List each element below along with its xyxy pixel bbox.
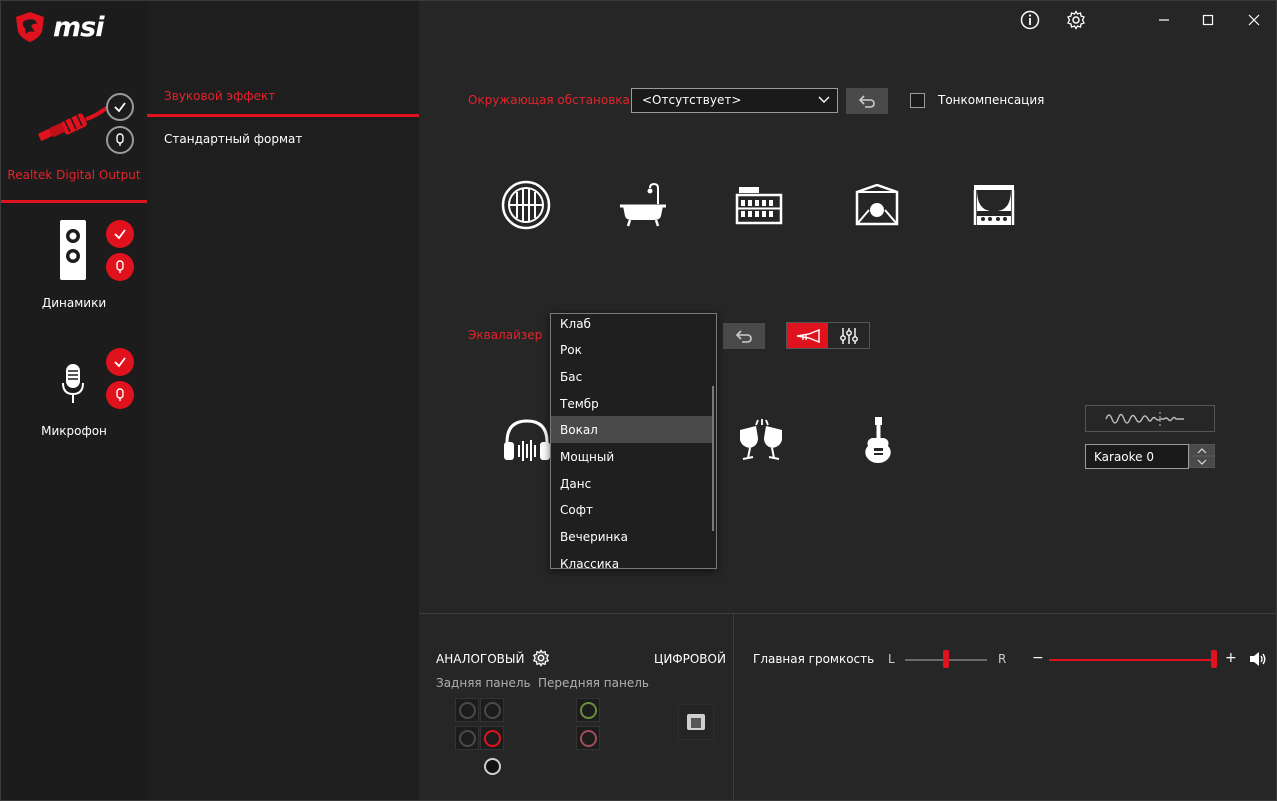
equalizer-reset-button[interactable] <box>723 323 765 349</box>
default-comm-mic-icon[interactable] <box>106 381 134 409</box>
microphone-icon <box>62 364 84 403</box>
list-item[interactable]: Мощный <box>551 443 713 470</box>
equalizer-label: Эквалайзер <box>468 328 543 342</box>
speaker-volume-icon[interactable] <box>1249 651 1267 670</box>
colosseum-icon[interactable] <box>733 181 785 229</box>
optical-port-icon[interactable] <box>678 704 714 740</box>
list-item[interactable]: Софт <box>551 496 713 523</box>
digital-label: ЦИФРОВОЙ <box>654 652 726 666</box>
device-realtek-digital-output[interactable]: Realtek Digital Output <box>1 83 147 203</box>
chevron-down-icon <box>1197 459 1207 465</box>
app-window: msi Realtek Digital Output Динамики Микр… <box>0 0 1277 801</box>
device-label: Realtek Digital Output <box>7 168 141 182</box>
rear-panel-label: Задняя панель <box>436 676 531 690</box>
waveform-icon <box>1105 411 1184 426</box>
stadium-icon[interactable] <box>500 180 552 230</box>
default-comm-mic-icon[interactable] <box>106 126 134 154</box>
equalizer-sliders-icon[interactable] <box>828 323 869 348</box>
analog-settings-gear-icon[interactable] <box>532 649 550 670</box>
rear-jack[interactable] <box>480 754 504 778</box>
analog-label: АНАЛОГОВЫЙ <box>436 652 525 666</box>
environment-selected-value: <Отсутствует> <box>642 93 742 107</box>
balance-slider-thumb[interactable] <box>943 650 949 668</box>
karaoke-waveform-button[interactable] <box>1085 405 1215 432</box>
loudness-label: Тонкомпенсация <box>938 93 1045 107</box>
karaoke-decrement-button[interactable] <box>1189 456 1215 468</box>
karaoke-value-field[interactable]: Karaoke 0 <box>1085 444 1189 469</box>
default-comm-mic-icon[interactable] <box>106 253 134 281</box>
bottom-bar: АНАЛОГОВЫЙ ЦИФРОВОЙ Задняя панель Передн… <box>419 613 1276 800</box>
master-volume-slider[interactable] <box>1049 659 1214 661</box>
optical-cable-icon <box>38 105 108 141</box>
reset-icon <box>858 95 875 108</box>
volume-increase-button[interactable]: + <box>1225 650 1237 666</box>
karaoke-stepper <box>1189 444 1215 469</box>
equalizer-mode-toggle <box>786 322 870 349</box>
chevron-down-icon <box>818 96 830 103</box>
device-sidebar: msi Realtek Digital Output Динамики Микр… <box>1 1 147 800</box>
minimize-icon[interactable] <box>1153 9 1175 31</box>
list-item[interactable]: Рок <box>551 336 713 363</box>
device-label: Микрофон <box>41 424 107 438</box>
list-item-highlighted[interactable]: Вокал <box>551 416 713 443</box>
default-device-check-icon[interactable] <box>106 348 134 376</box>
equalizer-preset-list[interactable]: Клаб Рок Бас Тембр Вокал Мощный Данс Соф… <box>550 313 717 569</box>
balance-left-label: L <box>888 652 895 666</box>
volume-decrease-button[interactable]: − <box>1032 650 1044 666</box>
default-device-check-icon[interactable] <box>106 220 134 248</box>
gear-icon[interactable] <box>1065 9 1087 31</box>
trumpet-preset-icon[interactable] <box>787 323 828 348</box>
karaoke-increment-button[interactable] <box>1189 444 1215 456</box>
loudness-checkbox[interactable] <box>910 93 925 108</box>
stage-icon[interactable] <box>851 181 903 229</box>
environment-select[interactable]: <Отсутствует> <box>631 88 838 113</box>
front-panel-label: Передняя панель <box>538 676 649 690</box>
maximize-icon[interactable] <box>1197 9 1219 31</box>
list-scrollbar[interactable] <box>712 386 714 531</box>
headphones-icon[interactable] <box>500 413 554 467</box>
rear-jack[interactable] <box>455 726 479 750</box>
function-sidebar: Звуковой эффект Стандартный формат <box>147 1 419 800</box>
device-speakers[interactable]: Динамики <box>1 206 147 326</box>
list-item[interactable]: Клаб <box>551 314 713 337</box>
brand-name: msi <box>53 11 104 43</box>
info-icon[interactable] <box>1019 9 1041 31</box>
list-item[interactable]: Вечеринка <box>551 523 713 550</box>
master-volume-label: Главная громкость <box>753 652 875 666</box>
list-item[interactable]: Бас <box>551 363 713 390</box>
list-item[interactable]: Тембр <box>551 390 713 417</box>
bottom-divider <box>733 614 734 800</box>
dragon-shield-icon <box>16 12 44 42</box>
main-panel: Окружающая обстановка <Отсутствует> Тонк… <box>419 1 1276 613</box>
speaker-icon <box>60 220 86 280</box>
bathroom-icon[interactable] <box>617 181 669 229</box>
default-device-check-icon[interactable] <box>106 93 134 121</box>
active-tab-indicator <box>147 114 419 117</box>
list-item[interactable]: Данс <box>551 470 713 497</box>
front-jack-mic[interactable] <box>576 726 600 750</box>
balance-right-label: R <box>998 652 1007 666</box>
device-label: Динамики <box>41 296 107 310</box>
guitar-icon[interactable] <box>851 413 905 467</box>
theater-icon[interactable] <box>968 181 1020 229</box>
rear-jack[interactable] <box>455 698 479 722</box>
cheers-icon[interactable] <box>734 413 788 467</box>
rear-jack-active[interactable] <box>480 726 504 750</box>
master-volume-slider-thumb[interactable] <box>1211 650 1217 668</box>
msi-logo: msi <box>13 7 104 47</box>
environment-reset-button[interactable] <box>846 88 888 114</box>
chevron-up-icon <box>1197 447 1207 453</box>
rear-jack[interactable] <box>480 698 504 722</box>
list-item[interactable]: Классика <box>551 550 713 568</box>
close-icon[interactable] <box>1243 9 1265 31</box>
environment-label: Окружающая обстановка <box>468 93 630 107</box>
front-jack-headphone[interactable] <box>576 698 600 722</box>
tab-standard-format[interactable]: Стандартный формат <box>164 132 302 146</box>
device-microphone[interactable]: Микрофон <box>1 341 147 451</box>
reset-icon <box>735 330 752 343</box>
tab-sound-effect[interactable]: Звуковой эффект <box>164 89 275 103</box>
